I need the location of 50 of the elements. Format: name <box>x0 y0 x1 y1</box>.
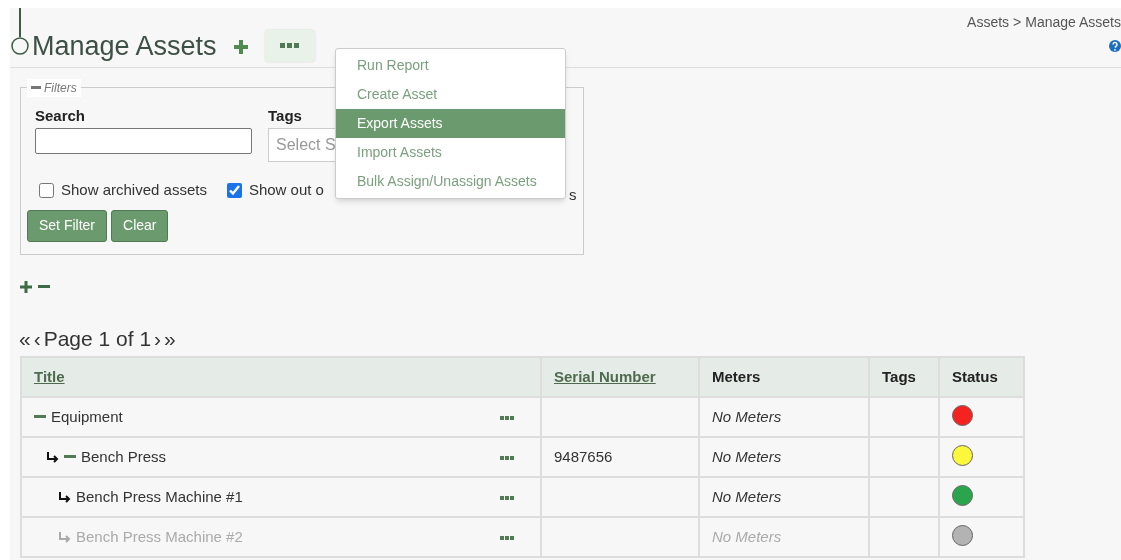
row-actions-button[interactable] <box>500 453 516 461</box>
row-actions-button[interactable] <box>500 493 516 501</box>
last-page-link[interactable]: » <box>164 328 176 349</box>
menu-item[interactable]: Run Report <box>336 51 565 80</box>
search-field[interactable] <box>35 128 252 154</box>
table-cell: No Meters <box>712 407 782 425</box>
dots-icon <box>500 494 514 500</box>
arrow-icon <box>58 531 72 543</box>
row-actions-button[interactable] <box>500 413 516 421</box>
column-header: Meters <box>712 367 761 385</box>
minus-icon <box>38 285 50 289</box>
row-actions-button[interactable] <box>500 533 516 541</box>
prev-page-link[interactable]: ‹ <box>33 328 41 349</box>
dots-icon <box>500 454 514 460</box>
plus-icon <box>231 38 250 56</box>
filter-button[interactable]: Clear <box>111 209 169 242</box>
breadcrumb-separator: > <box>1013 13 1022 32</box>
first-page-link[interactable]: « <box>19 328 31 349</box>
checkbox[interactable] <box>226 182 242 198</box>
dots-icon <box>279 42 300 50</box>
filter-button[interactable]: Set Filter <box>27 209 107 242</box>
column-header: Tags <box>882 367 916 385</box>
arrow-icon <box>46 451 60 463</box>
page-title: Manage Assets <box>32 32 217 60</box>
checkbox-label-fragment: s <box>569 185 577 205</box>
page-indicator: Page 1 of 1 <box>43 328 152 349</box>
table-cell: 9487656 <box>554 447 613 465</box>
menu-item[interactable]: Create Asset <box>336 80 565 109</box>
plus-icon <box>20 281 32 293</box>
minus-icon <box>31 85 41 91</box>
arrow-icon <box>58 491 72 503</box>
column-header-link[interactable]: Title <box>34 367 65 385</box>
filters-toggle[interactable]: Filters <box>27 79 81 97</box>
checkbox-label: Show out o <box>248 180 324 200</box>
checkbox-label: Show archived assets <box>61 180 207 200</box>
breadcrumb-link[interactable]: Assets <box>967 12 1010 33</box>
column-header: Status <box>952 367 998 385</box>
menu-item[interactable]: Export Assets <box>336 109 565 138</box>
dots-icon <box>500 414 514 420</box>
table-cell: No Meters <box>712 447 782 465</box>
dots-icon <box>500 534 514 540</box>
next-page-link[interactable]: › <box>154 328 162 349</box>
table-cell: No Meters <box>712 527 782 545</box>
more-button[interactable] <box>264 30 315 62</box>
checkbox[interactable] <box>39 182 54 198</box>
table-cell: No Meters <box>712 487 782 505</box>
expand-all-button[interactable] <box>20 280 34 294</box>
breadcrumb-current: Manage Assets <box>1025 13 1121 32</box>
menu-item[interactable]: Bulk Assign/Unassign Assets <box>336 167 565 196</box>
field-label: Search <box>35 106 87 126</box>
